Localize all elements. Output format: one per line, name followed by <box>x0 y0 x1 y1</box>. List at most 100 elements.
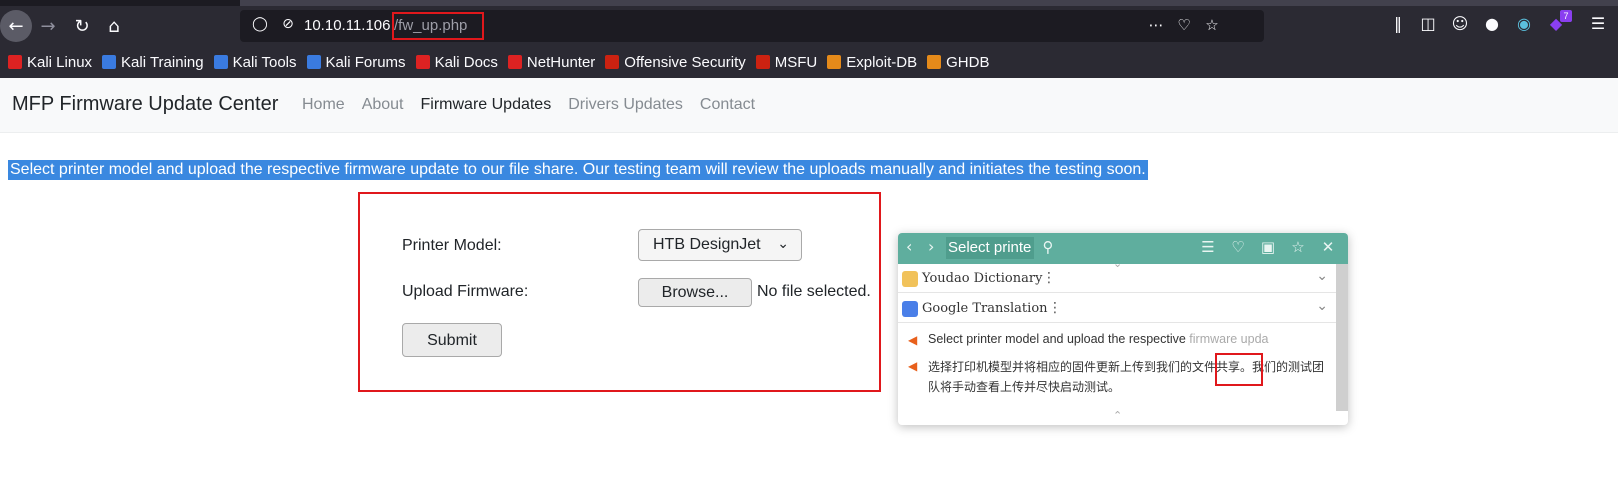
home-icon[interactable]: ⌂ <box>98 10 130 42</box>
popup-back-icon[interactable]: ‹ <box>906 237 912 256</box>
chevron-down-icon: ⌄ <box>777 236 789 252</box>
browser-chrome: ← → ↻ ⌂ ◯ ⊘ 10.10.11.106 /fw_up.php ⋯ ♡ … <box>0 0 1618 78</box>
more-actions-icon[interactable]: ⋯ <box>1146 16 1166 36</box>
dict-name-google: Google Translation <box>922 301 1048 316</box>
close-icon[interactable]: ✕ <box>1318 238 1338 258</box>
active-tab[interactable] <box>240 0 1618 6</box>
source-text-main: Select printer model and upload the resp… <box>928 332 1190 346</box>
bookmark-item[interactable]: Offensive Security <box>605 53 746 71</box>
popup-header: ‹ › Select printe ⚲ ☰ ♡ ▣ ☆ ✕ <box>898 233 1348 264</box>
sidebar-icon[interactable]: ◫ <box>1416 14 1440 38</box>
site-navbar: MFP Firmware Update Center Home About Firm… <box>0 78 1618 133</box>
bookmark-item[interactable]: NetHunter <box>507 53 596 71</box>
site-brand[interactable]: MFP Firmware Update Center <box>12 93 278 116</box>
url-bar[interactable]: ◯ ⊘ 10.10.11.106 /fw_up.php ⋯ ♡ ☆ <box>240 10 1264 42</box>
bookmark-item[interactable]: Kali Training <box>102 54 204 71</box>
file-status-text: No file selected. <box>757 283 871 300</box>
chevron-down-icon[interactable]: ⌄ <box>1316 298 1328 314</box>
nav-link-home[interactable]: Home <box>302 96 345 114</box>
bookmark-label: Exploit-DB <box>846 53 918 71</box>
extension-colorful-icon[interactable]: ◉ <box>1512 14 1536 38</box>
file-share-highlight <box>1215 353 1263 386</box>
source-text-faded: firmware upda <box>1189 332 1269 346</box>
msfu-icon <box>755 55 770 69</box>
printer-model-select[interactable]: HTB DesignJet ⌄ <box>638 229 802 261</box>
bookmark-label: Kali Training <box>121 53 204 71</box>
insecure-lock-icon[interactable]: ⊘ <box>278 16 298 36</box>
wordbook-icon[interactable]: ▣ <box>1258 238 1278 258</box>
translation-popup: ‹ › Select printe ⚲ ☰ ♡ ▣ ☆ ✕ ⌄ Youdao D… <box>898 233 1348 425</box>
kali-docs-icon <box>415 55 430 69</box>
bookmark-label: Kali Tools <box>232 53 297 71</box>
youdao-icon <box>902 271 918 287</box>
speaker-icon[interactable]: ◀ <box>908 333 920 347</box>
bookmark-item[interactable]: Kali Linux <box>8 54 92 71</box>
bookmark-item[interactable]: Exploit-DB <box>827 54 917 71</box>
chevron-down-icon[interactable]: ⌄ <box>1316 268 1328 284</box>
printer-model-label: Printer Model: <box>402 237 502 254</box>
google-translate-icon <box>902 301 918 317</box>
bookmark-item[interactable]: MSFU <box>755 53 818 71</box>
translated-text: 选择打印机模型并将相应的固件更新上传到我们的文件共享。我们的测试团队将手动查看上… <box>928 360 1325 394</box>
url-host: 10.10.11.106 <box>304 17 391 34</box>
menu-icon[interactable]: ☰ <box>1586 14 1610 38</box>
submit-button[interactable]: Submit <box>402 323 502 357</box>
speaker-icon[interactable]: ◀ <box>908 359 920 373</box>
upload-firmware-label: Upload Firmware: <box>402 283 529 300</box>
kali-forums-icon <box>306 55 321 69</box>
extension-badge: 7 <box>1560 10 1572 22</box>
nav-link-firmware-updates[interactable]: Firmware Updates <box>421 96 552 114</box>
dict-row-google[interactable]: Google Translation ⋮ ⌄ <box>898 295 1336 323</box>
shield-icon[interactable]: ◯ <box>250 16 270 36</box>
bookmark-label: Kali Forums <box>325 53 406 71</box>
collapse-bottom-icon[interactable]: ⌃ <box>1113 409 1122 422</box>
search-icon[interactable]: ⚲ <box>1038 238 1058 258</box>
pin-icon[interactable]: ☆ <box>1288 238 1308 258</box>
popup-scrollbar[interactable] <box>1336 264 1348 411</box>
account-icon[interactable]: ☺ <box>1448 14 1472 38</box>
kali-dragon-icon <box>8 55 22 69</box>
bookmark-label: Kali Linux <box>27 53 93 71</box>
bookmarks-bar: Kali Linux Kali Training Kali Tools Kali Fo… <box>0 48 1618 76</box>
back-arrow-icon[interactable]: ← <box>0 10 32 42</box>
printer-model-value: HTB DesignJet <box>653 236 761 253</box>
bookmark-item[interactable]: Kali Forums <box>306 53 406 71</box>
nav-link-about[interactable]: About <box>362 96 404 114</box>
bookmark-label: Offensive Security <box>624 53 746 71</box>
exploitdb-icon <box>827 55 842 69</box>
favorite-icon[interactable]: ♡ <box>1228 238 1248 258</box>
intro-text: Select printer model and upload the resp… <box>8 160 1148 180</box>
popup-search-input[interactable]: Select printe <box>946 237 1034 259</box>
url-path-highlight <box>392 12 484 40</box>
bookmark-star-icon[interactable]: ☆ <box>1202 16 1222 36</box>
site-nav-links: Home About Firmware Updates Drivers Updates… <box>302 96 755 114</box>
nethunter-icon <box>507 55 522 69</box>
offsec-icon <box>605 55 620 69</box>
kali-tools-icon <box>213 55 228 69</box>
bookmark-item[interactable]: Kali Docs <box>415 53 498 71</box>
library-icon[interactable]: ‖ <box>1386 14 1410 38</box>
kali-training-icon <box>102 55 117 69</box>
popup-menu-icon[interactable]: ☰ <box>1198 238 1218 258</box>
pocket-icon[interactable]: ♡ <box>1174 16 1194 36</box>
nav-link-drivers-updates[interactable]: Drivers Updates <box>568 96 683 114</box>
dict-name-youdao: Youdao Dictionary <box>922 271 1043 286</box>
extension-dark-icon[interactable]: ● <box>1480 14 1504 38</box>
dict-row-youdao[interactable]: Youdao Dictionary ⋮ ⌄ <box>898 265 1336 293</box>
bookmark-label: GHDB <box>946 53 990 71</box>
bookmark-label: MSFU <box>774 53 818 71</box>
bookmark-item[interactable]: Kali Tools <box>213 53 297 71</box>
source-text: Select printer model and upload the resp… <box>928 332 1278 346</box>
bookmark-item[interactable]: GHDB <box>927 54 989 71</box>
bookmark-label: NetHunter <box>526 53 596 71</box>
kebab-menu-icon[interactable]: ⋮ <box>1042 270 1056 286</box>
forward-arrow-icon[interactable]: → <box>32 10 64 42</box>
bookmark-label: Kali Docs <box>434 53 498 71</box>
popup-forward-icon[interactable]: › <box>928 237 934 256</box>
browse-button[interactable]: Browse... <box>638 278 752 307</box>
kebab-menu-icon[interactable]: ⋮ <box>1048 300 1062 316</box>
reload-icon[interactable]: ↻ <box>66 10 98 42</box>
nav-link-contact[interactable]: Contact <box>700 96 755 114</box>
tab-strip <box>0 0 1618 6</box>
ghdb-icon <box>927 55 942 69</box>
